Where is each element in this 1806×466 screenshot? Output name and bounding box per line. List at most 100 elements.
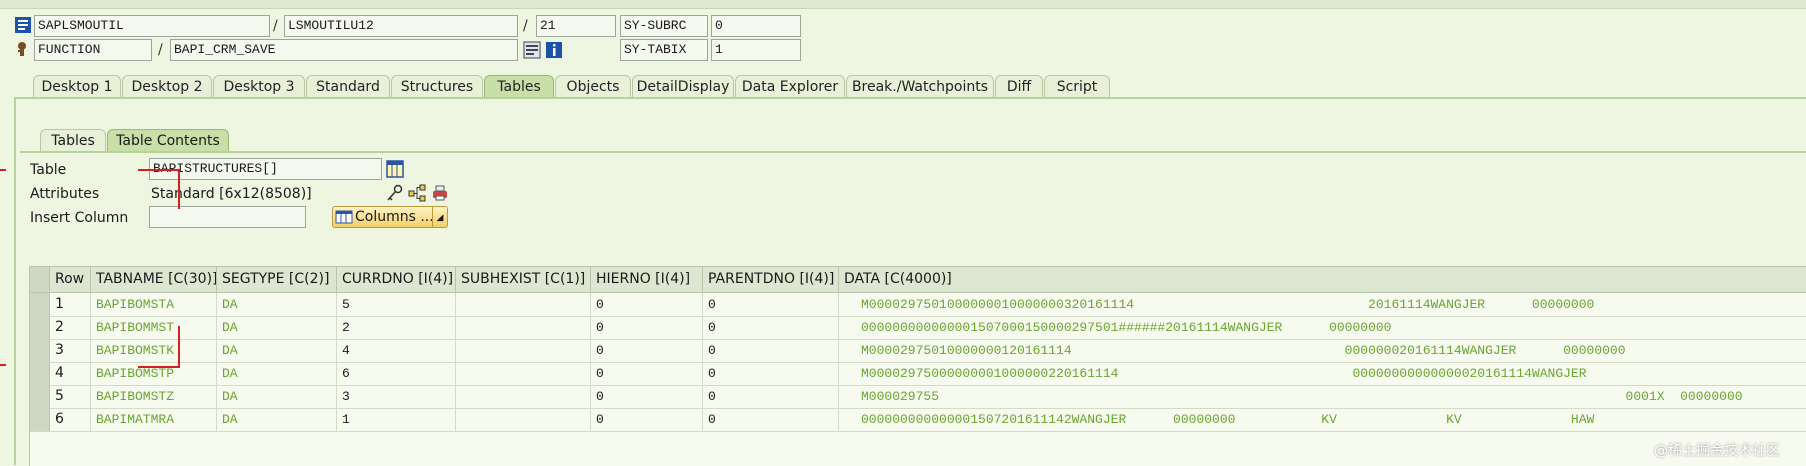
cell-hierno[interactable]: 0	[591, 408, 703, 431]
cell-data[interactable]: M000029755 0001X 00000000	[839, 385, 1806, 408]
cell-segtype[interactable]: DA	[217, 385, 337, 408]
display-source-icon[interactable]	[523, 41, 541, 59]
tabix-value[interactable]: 1	[711, 39, 801, 61]
cell-segtype[interactable]: DA	[217, 293, 337, 316]
cell-hierno[interactable]: 0	[591, 362, 703, 385]
key-icon[interactable]	[386, 184, 404, 202]
cell-data[interactable]: M00002975000000001000000220161114 000000…	[839, 362, 1806, 385]
subrc-label: SY-SUBRC	[620, 15, 708, 37]
cell-subhexist[interactable]	[456, 362, 591, 385]
tab-breakpoints[interactable]: Break./Watchpoints	[846, 75, 994, 98]
columns-button[interactable]: Columns ... ◢	[332, 206, 448, 228]
cell-tabname[interactable]: BAPIBOMSTK	[91, 339, 217, 362]
table-row[interactable]: 2 BAPIBOMMST DA 2 0 0 000000000000001507000150…	[30, 316, 1806, 340]
line-field[interactable]: 21	[536, 15, 616, 37]
column-header[interactable]: DATA [C(4000)]	[839, 267, 1806, 292]
subtab-tables[interactable]: Tables	[40, 129, 106, 152]
cell-subhexist[interactable]	[456, 339, 591, 362]
row-selector[interactable]	[30, 316, 50, 339]
tab-objects[interactable]: Objects	[555, 75, 631, 98]
cell-subhexist[interactable]	[456, 385, 591, 408]
dropdown-arrow-icon[interactable]: ◢	[432, 207, 447, 227]
table-row[interactable]: 6 BAPIMATMRA DA 1 0 0 000000000000001507201611…	[30, 408, 1806, 432]
cell-row[interactable]: 2	[50, 316, 91, 339]
cell-hierno[interactable]: 0	[591, 385, 703, 408]
cell-parentdno[interactable]: 0	[703, 293, 839, 316]
info-icon[interactable]	[545, 41, 563, 59]
tab-detaildisplay[interactable]: DetailDisplay	[632, 75, 734, 98]
cell-parentdno[interactable]: 0	[703, 385, 839, 408]
cell-data[interactable]: M0000297501000000010000000320161114 2016…	[839, 293, 1806, 316]
row-selector[interactable]	[30, 408, 50, 431]
tab-desktop-3[interactable]: Desktop 3	[213, 75, 305, 98]
subtab-table-contents[interactable]: Table Contents	[107, 129, 229, 152]
cell-currdno[interactable]: 1	[337, 408, 456, 431]
cell-tabname[interactable]: BAPIBOMMST	[91, 316, 217, 339]
row-selector[interactable]	[30, 293, 50, 316]
cell-row[interactable]: 1	[50, 293, 91, 316]
table-row[interactable]: 5 BAPIBOMSTZ DA 3 0 0 M000029755 0001X 0000000…	[30, 385, 1806, 409]
insert-column-input[interactable]	[149, 206, 306, 228]
column-header[interactable]: PARENTDNO [I(4)]	[703, 267, 839, 292]
column-header[interactable]: SEGTYPE [C(2)]	[217, 267, 337, 292]
cell-currdno[interactable]: 6	[337, 362, 456, 385]
cell-hierno[interactable]: 0	[591, 316, 703, 339]
cell-parentdno[interactable]: 0	[703, 316, 839, 339]
column-header[interactable]: HIERNO [I(4)]	[591, 267, 703, 292]
row-selector[interactable]	[30, 385, 50, 408]
cell-data[interactable]: M00002975010000000120161114 000000020161…	[839, 339, 1806, 362]
cell-row[interactable]: 3	[50, 339, 91, 362]
table-name-input[interactable]: BAPISTRUCTURES[]	[149, 158, 382, 180]
cell-segtype[interactable]: DA	[217, 362, 337, 385]
cell-parentdno[interactable]: 0	[703, 362, 839, 385]
row-selector[interactable]	[30, 339, 50, 362]
table-row[interactable]: 3 BAPIBOMSTK DA 4 0 0 M00002975010000000120161…	[30, 339, 1806, 363]
structure-icon[interactable]	[408, 184, 426, 202]
cell-row[interactable]: 6	[50, 408, 91, 431]
column-header[interactable]: TABNAME [C(30)]	[91, 267, 217, 292]
cell-currdno[interactable]: 4	[337, 339, 456, 362]
cell-row[interactable]: 4	[50, 362, 91, 385]
cell-parentdno[interactable]: 0	[703, 408, 839, 431]
cell-tabname[interactable]: BAPIBOMSTA	[91, 293, 217, 316]
event-name-field[interactable]: BAPI_CRM_SAVE	[170, 39, 518, 61]
tab-data-explorer[interactable]: Data Explorer	[735, 75, 845, 98]
tab-desktop-1[interactable]: Desktop 1	[33, 75, 121, 98]
include-field[interactable]: LSMOUTILU12	[284, 15, 518, 37]
cell-subhexist[interactable]	[456, 293, 591, 316]
cell-hierno[interactable]: 0	[591, 293, 703, 316]
event-type-field[interactable]: FUNCTION	[34, 39, 152, 61]
row-selector[interactable]	[30, 362, 50, 385]
subrc-value[interactable]: 0	[711, 15, 801, 37]
cell-segtype[interactable]: DA	[217, 339, 337, 362]
column-header[interactable]: CURRDNO [I(4)]	[337, 267, 456, 292]
tab-tables[interactable]: Tables	[484, 75, 554, 98]
cell-subhexist[interactable]	[456, 408, 591, 431]
cell-tabname[interactable]: BAPIMATMRA	[91, 408, 217, 431]
select-all-button[interactable]	[30, 267, 50, 292]
table-row[interactable]: 4 BAPIBOMSTP DA 6 0 0 M00002975000000001000000…	[30, 362, 1806, 386]
tab-diff[interactable]: Diff	[995, 75, 1043, 98]
program-field[interactable]: SAPLSMOUTIL	[34, 15, 270, 37]
tab-script[interactable]: Script	[1044, 75, 1110, 98]
cell-hierno[interactable]: 0	[591, 339, 703, 362]
cell-parentdno[interactable]: 0	[703, 339, 839, 362]
cell-currdno[interactable]: 3	[337, 385, 456, 408]
cell-segtype[interactable]: DA	[217, 316, 337, 339]
table-row[interactable]: 1 BAPIBOMSTA DA 5 0 0 M00002975010000000100000…	[30, 293, 1806, 317]
cell-data[interactable]: 000000000000001507000150000297501######2…	[839, 316, 1806, 339]
tab-structures[interactable]: Structures	[391, 75, 483, 98]
print-icon[interactable]	[431, 184, 449, 202]
tab-desktop-2[interactable]: Desktop 2	[122, 75, 212, 98]
cell-currdno[interactable]: 2	[337, 316, 456, 339]
cell-subhexist[interactable]	[456, 316, 591, 339]
column-header[interactable]: SUBHEXIST [C(1)]	[456, 267, 591, 292]
cell-data[interactable]: 000000000000001507201611142WANGJER 00000…	[839, 408, 1806, 431]
table-view-icon[interactable]	[386, 160, 404, 178]
cell-row[interactable]: 5	[50, 385, 91, 408]
cell-segtype[interactable]: DA	[217, 408, 337, 431]
cell-tabname[interactable]: BAPIBOMSTZ	[91, 385, 217, 408]
cell-currdno[interactable]: 5	[337, 293, 456, 316]
tab-standard[interactable]: Standard	[306, 75, 390, 98]
column-header[interactable]: Row	[50, 267, 91, 292]
